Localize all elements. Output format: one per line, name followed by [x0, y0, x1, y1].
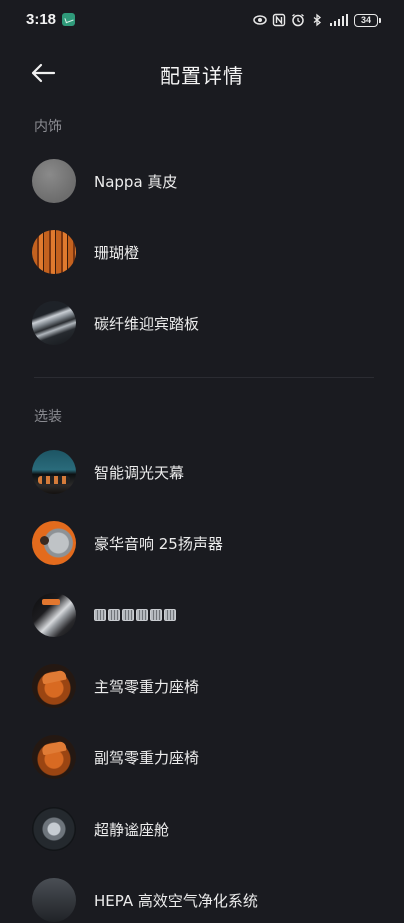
- item-label: 碳纤维迎宾踏板: [94, 314, 200, 333]
- obscured-option: [32, 593, 76, 637]
- list-item-driver-seat[interactable]: 主驾零重力座椅: [32, 663, 382, 709]
- premium-audio-speaker: [32, 521, 76, 565]
- list-item-quiet-cabin[interactable]: 超静谧座舱: [32, 806, 382, 852]
- list-item-coral-orange[interactable]: 珊瑚橙: [32, 229, 382, 275]
- list-item-premium-audio[interactable]: 豪华音响 25扬声器: [32, 520, 382, 566]
- bluetooth-icon: [310, 13, 324, 27]
- list-item-nappa-leather[interactable]: Nappa 真皮: [32, 158, 382, 204]
- status-time: 3:18: [26, 11, 57, 28]
- obscured-glyph: [94, 609, 106, 621]
- status-bar: 3:18 34: [0, 0, 404, 40]
- item-label: 副驾零重力座椅: [94, 748, 200, 767]
- obscured-label: [94, 609, 176, 621]
- item-label: 主驾零重力座椅: [94, 677, 200, 696]
- status-icons: 34: [253, 11, 381, 29]
- item-label: 智能调光天幕: [94, 463, 185, 482]
- obscured-glyph: [122, 609, 134, 621]
- obscured-glyph: [150, 609, 162, 621]
- nappa-leather-swatch: [32, 159, 76, 203]
- item-label: HEPA 高效空气净化系统: [94, 891, 258, 910]
- list-item-smart-roof[interactable]: 智能调光天幕: [32, 449, 382, 495]
- item-label: 珊瑚橙: [94, 243, 140, 262]
- app-notification-icon: [62, 13, 75, 26]
- carbon-fiber-sill-plate: [32, 301, 76, 345]
- passenger-zero-gravity-seat: [32, 735, 76, 779]
- list-item-obscured[interactable]: [32, 592, 382, 638]
- nfc-icon: [272, 13, 286, 27]
- ultra-quiet-cabin: [32, 807, 76, 851]
- hepa-air-purifier: [32, 878, 76, 922]
- obscured-glyph: [164, 609, 176, 621]
- list-item-hepa[interactable]: HEPA 高效空气净化系统: [32, 877, 382, 923]
- page-title: 配置详情: [160, 64, 244, 88]
- alarm-icon: [291, 13, 305, 27]
- section-label-options: 选装: [34, 409, 62, 425]
- list-item-carbon-sill[interactable]: 碳纤维迎宾踏板: [32, 300, 382, 346]
- item-label: 超静谧座舱: [94, 820, 170, 839]
- obscured-glyph: [136, 609, 148, 621]
- smart-dimming-roof: [32, 450, 76, 494]
- list-item-passenger-seat[interactable]: 副驾零重力座椅: [32, 734, 382, 780]
- signal-icon: [329, 13, 349, 27]
- section-label-interior: 内饰: [34, 119, 62, 135]
- driver-zero-gravity-seat: [32, 664, 76, 708]
- eye-icon: [253, 13, 267, 27]
- obscured-glyph: [108, 609, 120, 621]
- battery-icon: 34: [354, 13, 381, 27]
- header: 配置详情: [0, 50, 404, 96]
- item-label: Nappa 真皮: [94, 172, 178, 191]
- section-divider: [34, 377, 374, 378]
- coral-orange-swatch: [32, 230, 76, 274]
- item-label: 豪华音响 25扬声器: [94, 534, 223, 553]
